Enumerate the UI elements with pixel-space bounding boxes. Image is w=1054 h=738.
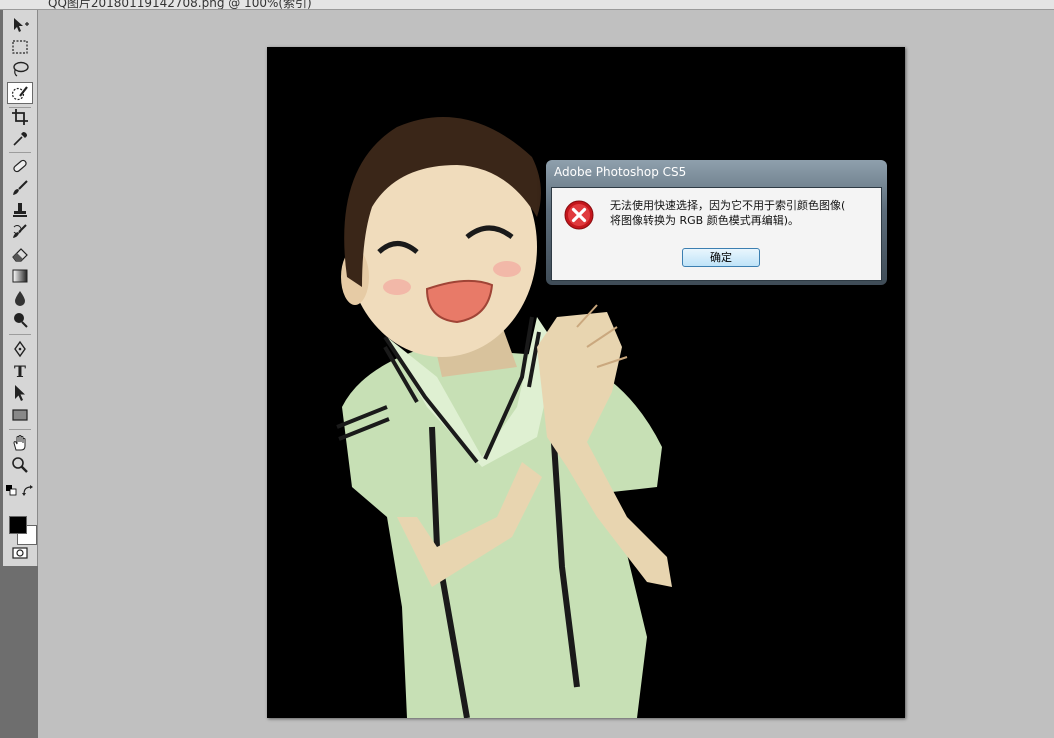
rectangle-icon	[12, 409, 28, 421]
dodge-tool[interactable]	[7, 309, 33, 331]
quick-mask-button[interactable]	[7, 542, 33, 564]
brush-tool[interactable]	[7, 177, 33, 199]
document-tab[interactable]: QQ图片20180119142708.png @ 100%(索引)	[0, 0, 1054, 10]
quick-selection-tool[interactable]	[7, 82, 33, 104]
type-icon: T	[14, 361, 26, 381]
dialog-body: 无法使用快速选择，因为它不用于索引颜色图像( 将图像转换为 RGB 颜色模式再编…	[551, 187, 882, 281]
zoom-tool[interactable]	[7, 454, 33, 476]
crop-tool[interactable]	[7, 106, 33, 128]
document-canvas[interactable]	[267, 47, 905, 718]
healing-brush-tool[interactable]	[7, 155, 33, 177]
character-image	[336, 117, 672, 718]
quick-mask-icon	[12, 547, 28, 559]
dialog-message-line1: 无法使用快速选择，因为它不用于索引颜色图像(	[610, 199, 846, 212]
lasso-tool[interactable]	[7, 58, 33, 80]
crop-icon	[12, 109, 28, 125]
swap-arrows-icon	[22, 485, 33, 496]
move-tool[interactable]	[7, 14, 33, 36]
eraser-tool[interactable]	[7, 243, 33, 265]
ok-button[interactable]: 确定	[682, 248, 760, 267]
error-dialog: Adobe Photoshop CS5 无法使用快速选择，因为它不用于索引颜色图…	[546, 160, 887, 285]
magnifier-icon	[12, 457, 28, 473]
default-colors-button[interactable]	[5, 484, 17, 496]
move-icon	[14, 18, 29, 32]
gradient-tool[interactable]	[7, 265, 33, 287]
history-brush-tool[interactable]	[7, 221, 33, 243]
foreground-color-swatch[interactable]	[9, 516, 27, 534]
hand-icon	[13, 435, 26, 451]
swap-colors-button[interactable]	[21, 484, 35, 498]
pen-tool[interactable]	[7, 338, 33, 360]
default-colors-icon	[6, 485, 17, 496]
dodge-icon	[14, 313, 28, 328]
error-icon	[564, 200, 594, 230]
path-selection-tool[interactable]	[7, 382, 33, 404]
brush-icon	[13, 180, 28, 195]
dialog-message-line2: 将图像转换为 RGB 颜色模式再编辑)。	[610, 214, 799, 227]
stamp-icon	[13, 203, 27, 217]
hand-tool[interactable]	[7, 432, 33, 454]
document-tab-title: QQ图片20180119142708.png @ 100%(索引)	[48, 0, 312, 10]
history-brush-icon	[13, 224, 27, 238]
arrow-icon	[15, 385, 25, 401]
lasso-icon	[13, 61, 29, 77]
eyedropper-tool[interactable]	[7, 128, 33, 150]
drop-icon	[15, 291, 25, 306]
eyedropper-icon	[13, 132, 27, 146]
eraser-icon	[12, 248, 28, 262]
quick-selection-icon	[11, 86, 28, 101]
type-tool[interactable]: T	[7, 360, 33, 382]
gradient-icon	[12, 269, 28, 283]
pen-icon	[14, 340, 26, 358]
dialog-title: Adobe Photoshop CS5	[554, 165, 687, 179]
tools-panel: T	[3, 10, 38, 566]
rectangle-tool[interactable]	[7, 404, 33, 426]
marquee-icon	[12, 40, 28, 54]
clone-stamp-tool[interactable]	[7, 199, 33, 221]
bandage-icon	[13, 159, 27, 173]
rectangular-marquee-tool[interactable]	[7, 36, 33, 58]
dialog-message: 无法使用快速选择，因为它不用于索引颜色图像( 将图像转换为 RGB 颜色模式再编…	[610, 198, 878, 228]
blur-tool[interactable]	[7, 287, 33, 309]
